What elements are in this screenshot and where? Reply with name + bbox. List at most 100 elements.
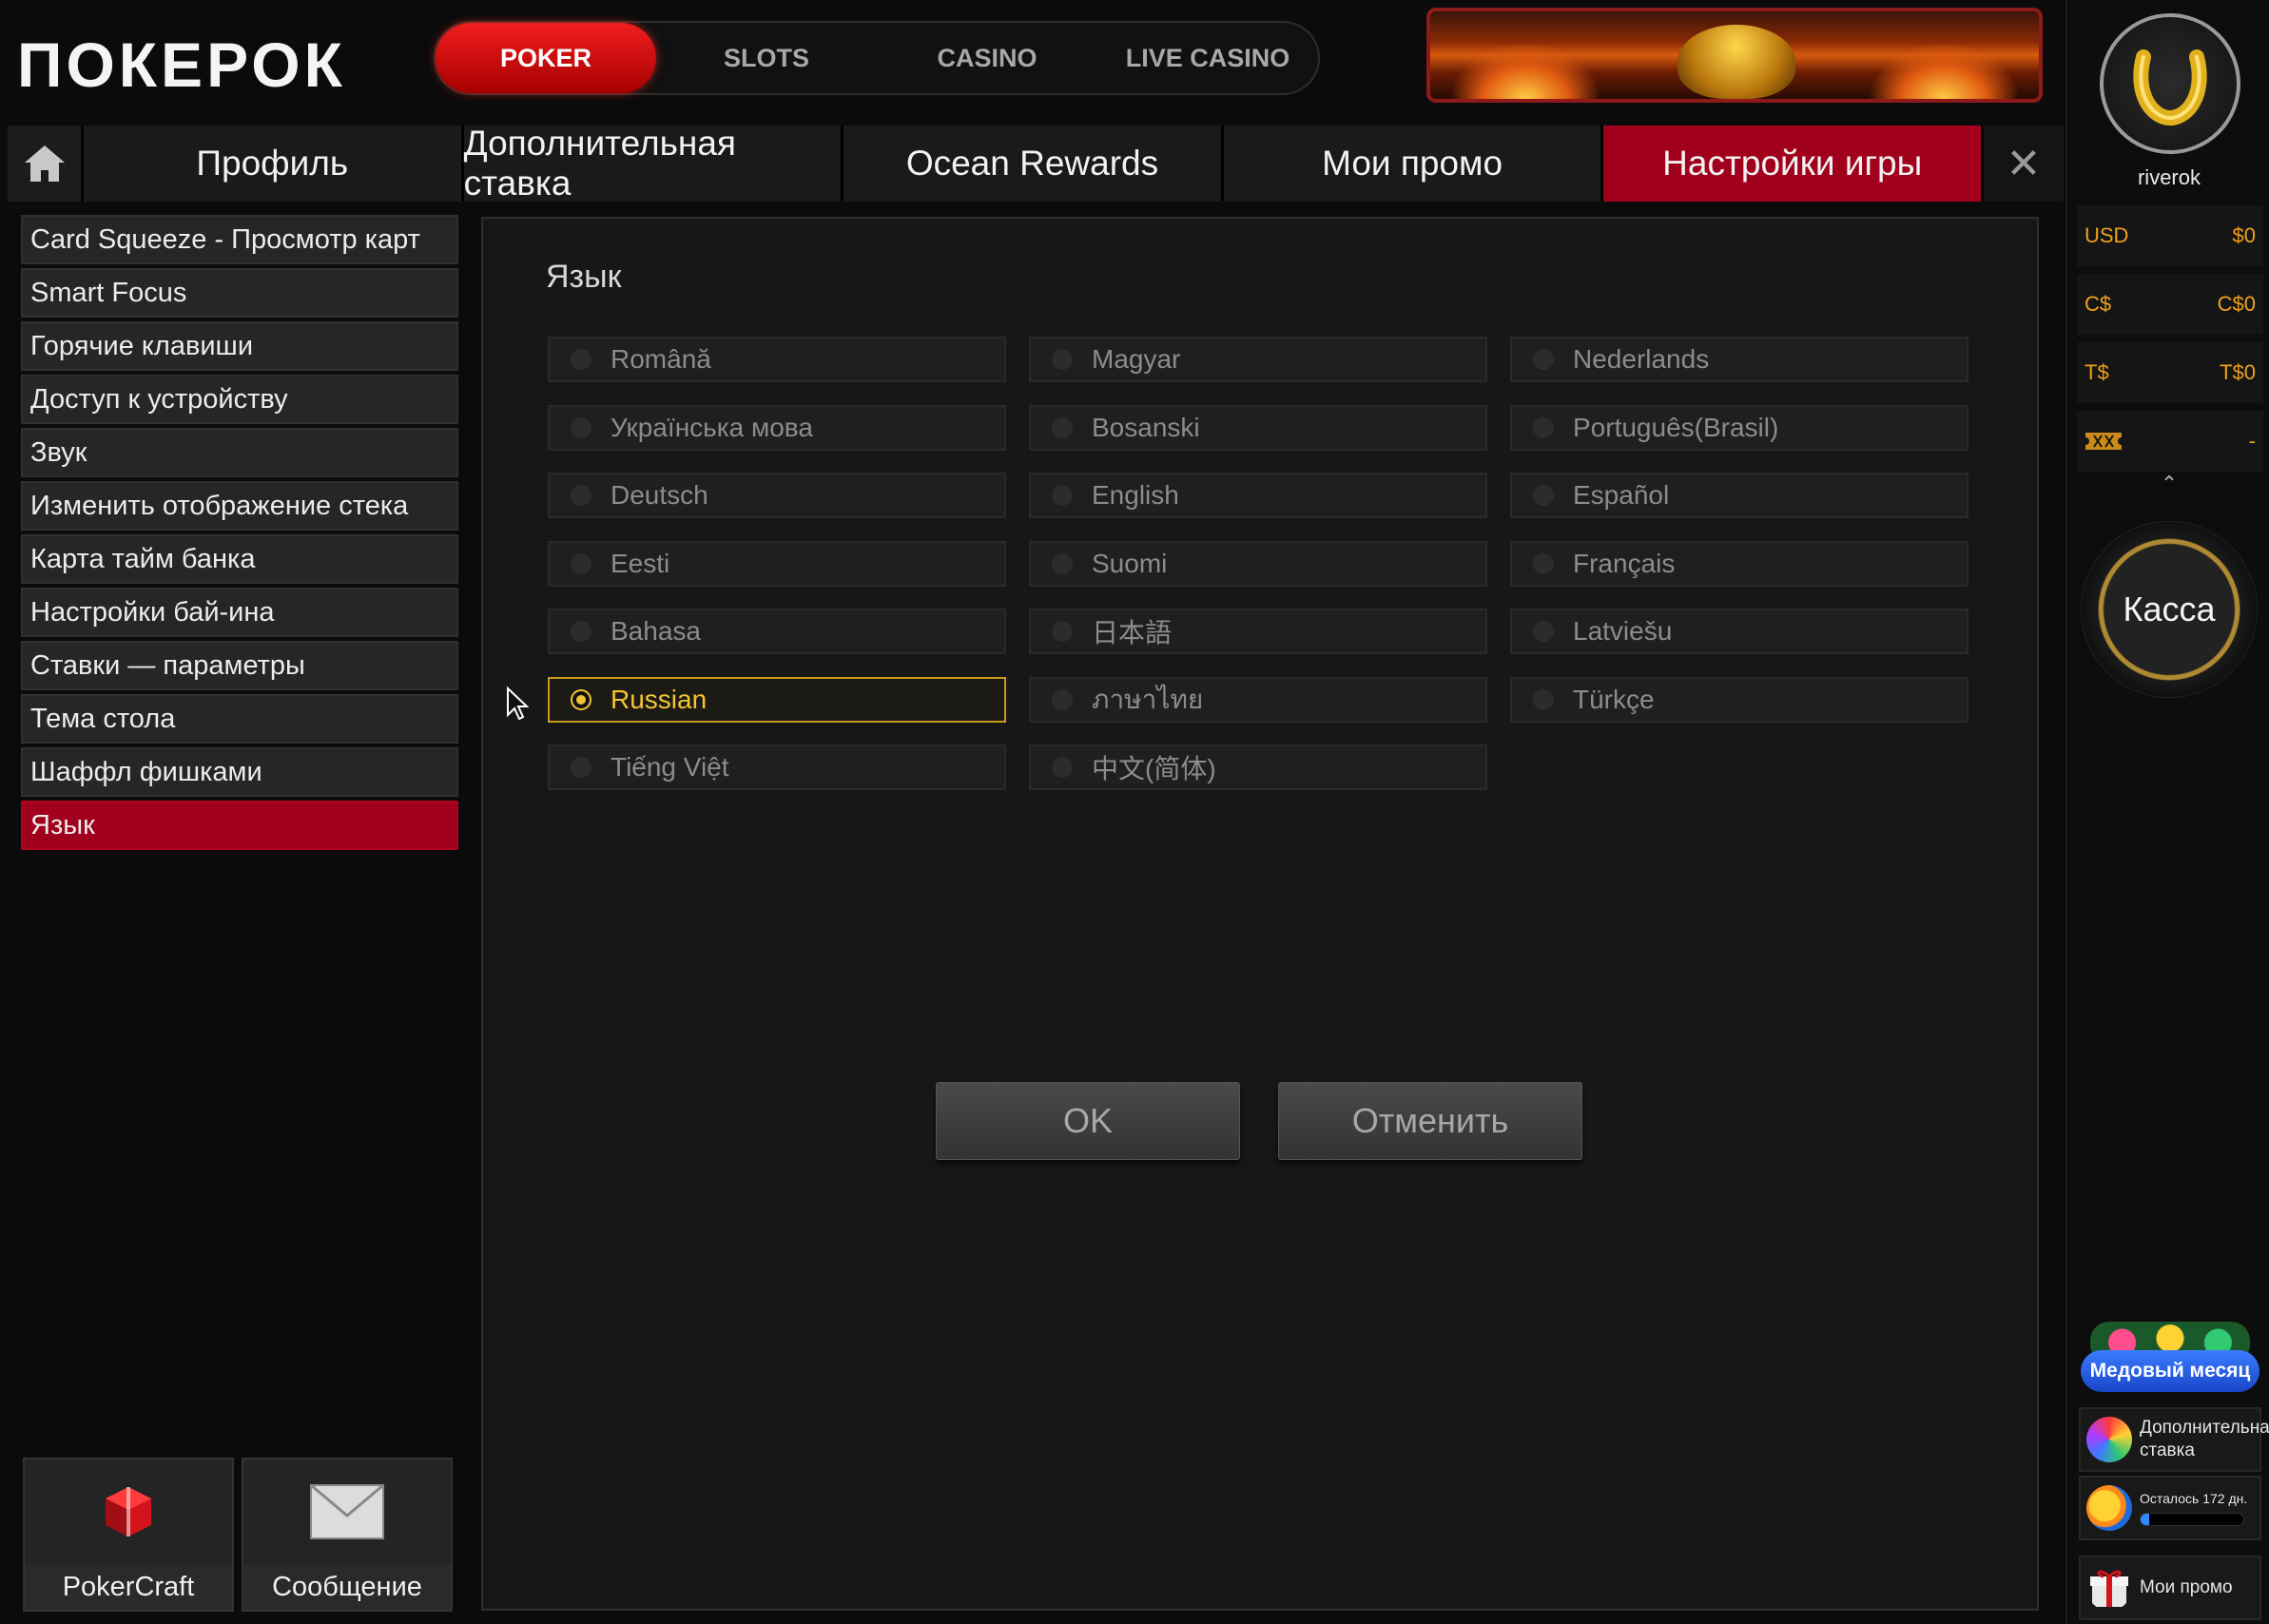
language-option[interactable]: Tiếng Việt: [548, 744, 1006, 790]
page-title: Язык: [546, 259, 622, 295]
tab-ocean-rewards[interactable]: Ocean Rewards: [844, 126, 1224, 202]
language-label: Russian: [611, 685, 708, 714]
menu-item-language[interactable]: Язык: [21, 801, 458, 850]
section-nav: Профиль Дополнительная ставка Ocean Rewa…: [8, 124, 2064, 203]
language-option[interactable]: Türkçe: [1510, 677, 1968, 723]
radio-icon: [1533, 621, 1554, 642]
language-label: Français: [1573, 549, 1676, 578]
gem-icon: [2086, 1417, 2132, 1462]
radio-icon: [1533, 689, 1554, 710]
language-option[interactable]: Français: [1510, 541, 1968, 587]
menu-item-buyin-settings[interactable]: Настройки бай-ина: [21, 588, 458, 637]
balance-amount: -: [2248, 429, 2256, 453]
balance-amount: T$0: [2220, 360, 2256, 384]
cashier-button[interactable]: Касса: [2081, 521, 2258, 698]
language-option[interactable]: Nederlands: [1510, 337, 1968, 382]
pokercraft-button[interactable]: PokerCraft: [23, 1458, 234, 1612]
gift-icon: [2090, 1570, 2128, 1607]
days-progress-fill: [2141, 1514, 2149, 1525]
honeymoon-promo[interactable]: Медовый месяц: [2081, 1322, 2259, 1400]
radio-selected-icon: [571, 689, 591, 710]
menu-item-bet-params[interactable]: Ставки — параметры: [21, 641, 458, 690]
promo-banner[interactable]: [1426, 8, 2043, 103]
language-option[interactable]: Magyar: [1029, 337, 1487, 382]
cancel-button[interactable]: Отменить: [1278, 1082, 1582, 1160]
radio-icon: [1052, 417, 1073, 438]
language-option[interactable]: Bosanski: [1029, 405, 1487, 451]
language-option[interactable]: Română: [548, 337, 1006, 382]
radio-icon: [571, 349, 591, 370]
language-label: 日本語: [1092, 618, 1173, 648]
language-option[interactable]: Eesti: [548, 541, 1006, 587]
language-option[interactable]: ภาษาไทย: [1029, 677, 1487, 723]
honeymoon-label: Медовый месяц: [2081, 1350, 2259, 1392]
extra-bet-label: Дополнительная ставка: [2140, 1418, 2269, 1460]
ok-button[interactable]: OK: [936, 1082, 1240, 1160]
balance-cad: C$ C$0: [2077, 274, 2263, 335]
flame-decoration: [1868, 42, 2020, 99]
balance-tickets: -: [2077, 411, 2263, 472]
tab-live-casino[interactable]: LIVE CASINO: [1097, 23, 1318, 93]
menu-item-table-theme[interactable]: Тема стола: [21, 694, 458, 744]
language-option[interactable]: Russian: [548, 677, 1006, 723]
menu-item-chip-shuffle[interactable]: Шаффл фишками: [21, 747, 458, 797]
extra-bet-promo[interactable]: Дополнительная ставка: [2079, 1407, 2269, 1472]
top-nav: POKER SLOTS CASINO LIVE CASINO: [434, 21, 1320, 95]
language-label: Bosanski: [1092, 413, 1200, 442]
tab-extra-bet[interactable]: Дополнительная ставка: [463, 124, 844, 203]
menu-item-sound[interactable]: Звук: [21, 428, 458, 477]
radio-icon: [1533, 485, 1554, 506]
language-label: Eesti: [611, 549, 670, 578]
language-label: Latviešu: [1573, 616, 1673, 646]
ocean-rewards-promo[interactable]: Осталось 172 дн.: [2079, 1476, 2261, 1540]
language-label: English: [1092, 480, 1179, 510]
home-icon: [24, 145, 65, 182]
avatar[interactable]: [2100, 13, 2240, 154]
language-option[interactable]: 中文(简体): [1029, 744, 1487, 790]
settings-menu: Card Squeeze - Просмотр карт Smart Focus…: [21, 215, 458, 854]
language-label: Українська мова: [611, 413, 813, 442]
my-promos-label: Мои промо: [2140, 1577, 2233, 1597]
menu-item-hotkeys[interactable]: Горячие клавиши: [21, 321, 458, 371]
language-option[interactable]: Português(Brasil): [1510, 405, 1968, 451]
language-option[interactable]: Deutsch: [548, 473, 1006, 518]
language-option[interactable]: English: [1029, 473, 1487, 518]
menu-item-time-bank[interactable]: Карта тайм банка: [21, 534, 458, 584]
radio-icon: [1052, 349, 1073, 370]
my-promos-button[interactable]: Мои промо: [2079, 1556, 2261, 1620]
language-option[interactable]: Español: [1510, 473, 1968, 518]
menu-item-stack-display[interactable]: Изменить отображение стека: [21, 481, 458, 531]
tab-game-settings[interactable]: Настройки игры: [1603, 126, 1984, 202]
language-option[interactable]: Latviešu: [1510, 609, 1968, 654]
close-icon[interactable]: ✕: [1983, 126, 2064, 202]
tab-casino[interactable]: CASINO: [877, 23, 1097, 93]
home-button[interactable]: [8, 126, 84, 202]
radio-icon: [571, 553, 591, 574]
language-label: Tiếng Việt: [611, 752, 729, 782]
balance-amount: $0: [2232, 223, 2256, 247]
language-option[interactable]: 日本語: [1029, 609, 1487, 654]
language-label: Nederlands: [1573, 344, 1710, 374]
menu-item-device-access[interactable]: Доступ к устройству: [21, 375, 458, 424]
language-label: Türkçe: [1573, 685, 1655, 714]
language-option[interactable]: Bahasa: [548, 609, 1006, 654]
tab-slots[interactable]: SLOTS: [656, 23, 877, 93]
language-option[interactable]: Suomi: [1029, 541, 1487, 587]
pokercraft-icon: [106, 1487, 151, 1537]
radio-icon: [1052, 621, 1073, 642]
menu-item-smart-focus[interactable]: Smart Focus: [21, 268, 458, 318]
brand-logo[interactable]: ПОКЕРОК: [17, 29, 346, 101]
menu-item-card-squeeze[interactable]: Card Squeeze - Просмотр карт: [21, 215, 458, 264]
message-button[interactable]: Сообщение: [242, 1458, 453, 1612]
language-option[interactable]: Українська мова: [548, 405, 1006, 451]
tab-poker[interactable]: POKER: [436, 23, 656, 93]
mouse-cursor-icon: [507, 686, 529, 721]
balance-currency: USD: [2085, 223, 2129, 247]
tab-my-promos[interactable]: Мои промо: [1223, 126, 1604, 202]
collapse-chevron-icon[interactable]: ⌃: [2067, 472, 2269, 496]
username: riverok: [2137, 165, 2201, 189]
radio-icon: [1533, 417, 1554, 438]
gold-pot-image: [1678, 25, 1795, 99]
tab-profile[interactable]: Профиль: [84, 126, 464, 202]
radio-icon: [1052, 757, 1073, 778]
